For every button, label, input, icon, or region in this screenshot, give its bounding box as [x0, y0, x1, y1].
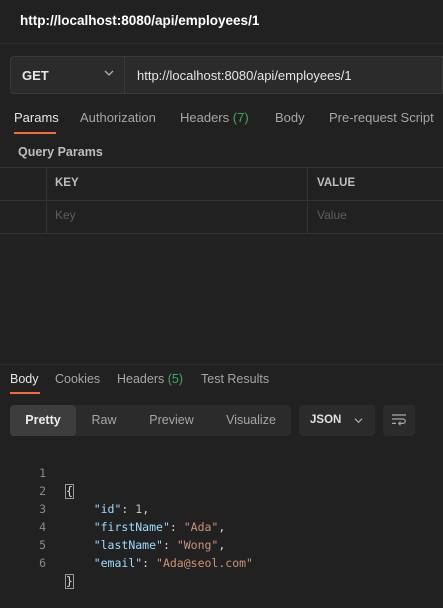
- tab-headers[interactable]: Headers (7): [180, 110, 249, 125]
- tab-pre-request-script[interactable]: Pre-request Script: [329, 110, 434, 125]
- response-headers-count: (5): [167, 372, 184, 386]
- code-line: 4 "lastName": "Wong",: [0, 500, 443, 552]
- chevron-down-icon: [354, 418, 363, 424]
- table-divider: [0, 233, 443, 234]
- table-divider: [0, 200, 443, 201]
- format-select[interactable]: JSON: [299, 405, 375, 436]
- tab-params[interactable]: Params: [14, 110, 59, 125]
- active-tab-indicator: [14, 132, 56, 134]
- code-line: 2 "id": 1,: [0, 464, 443, 516]
- code-line: 1 {: [0, 446, 443, 499]
- code-line: 3 "firstName": "Ada",: [0, 482, 443, 534]
- tab-body[interactable]: Body: [275, 110, 305, 125]
- code-line: 5 "email": "Ada@seol.com": [0, 518, 443, 570]
- active-response-tab-indicator: [10, 392, 40, 394]
- tab-headers-label: Headers: [180, 110, 230, 125]
- response-toolbar: Pretty Raw Preview Visualize JSON: [10, 405, 443, 436]
- json-value: "Ada@seol.com": [156, 556, 253, 570]
- chevron-down-icon: [104, 70, 114, 76]
- column-header-value: VALUE: [317, 177, 356, 189]
- table-divider: [46, 167, 47, 234]
- url-input[interactable]: http://localhost:8080/api/employees/1: [125, 56, 443, 94]
- view-mode-group: Pretty Raw Preview Visualize: [10, 405, 291, 436]
- query-params-title: Query Params: [18, 145, 103, 159]
- line-text: "email": "Ada@seol.com": [93, 556, 253, 570]
- response-tab-test-results[interactable]: Test Results: [201, 372, 269, 386]
- tab-authorization[interactable]: Authorization: [80, 110, 156, 125]
- headers-count: (7): [232, 110, 249, 125]
- wrap-lines-icon: [392, 414, 406, 426]
- view-pretty-button[interactable]: Pretty: [10, 405, 76, 436]
- method-select[interactable]: GET: [10, 56, 125, 94]
- request-title-bar: http://localhost:8080/api/employees/1: [0, 0, 443, 44]
- wrap-lines-button[interactable]: [383, 405, 415, 436]
- format-label: JSON: [310, 414, 342, 426]
- request-title[interactable]: http://localhost:8080/api/employees/1: [20, 13, 259, 28]
- response-tab-body[interactable]: Body: [10, 372, 39, 386]
- pane-divider[interactable]: [0, 364, 443, 365]
- json-key: "email": [93, 556, 143, 570]
- response-tab-headers[interactable]: Headers (5): [117, 372, 183, 386]
- view-visualize-button[interactable]: Visualize: [211, 405, 291, 436]
- column-header-key: KEY: [55, 177, 79, 189]
- request-bar: GET http://localhost:8080/api/employees/…: [10, 56, 443, 94]
- table-divider: [0, 167, 443, 168]
- view-preview-button[interactable]: Preview: [132, 405, 211, 436]
- view-raw-button[interactable]: Raw: [76, 405, 132, 436]
- line-text: }: [65, 572, 74, 590]
- code-line: 6 }: [0, 536, 443, 589]
- method-label: GET: [22, 68, 49, 83]
- line-number: 6: [39, 556, 46, 570]
- response-tab-cookies[interactable]: Cookies: [55, 372, 100, 386]
- query-params-table: KEY VALUE Key Value: [0, 167, 443, 234]
- table-divider: [307, 167, 308, 234]
- key-input[interactable]: Key: [55, 208, 76, 222]
- response-tab-headers-label: Headers: [117, 372, 165, 386]
- value-input[interactable]: Value: [317, 208, 347, 222]
